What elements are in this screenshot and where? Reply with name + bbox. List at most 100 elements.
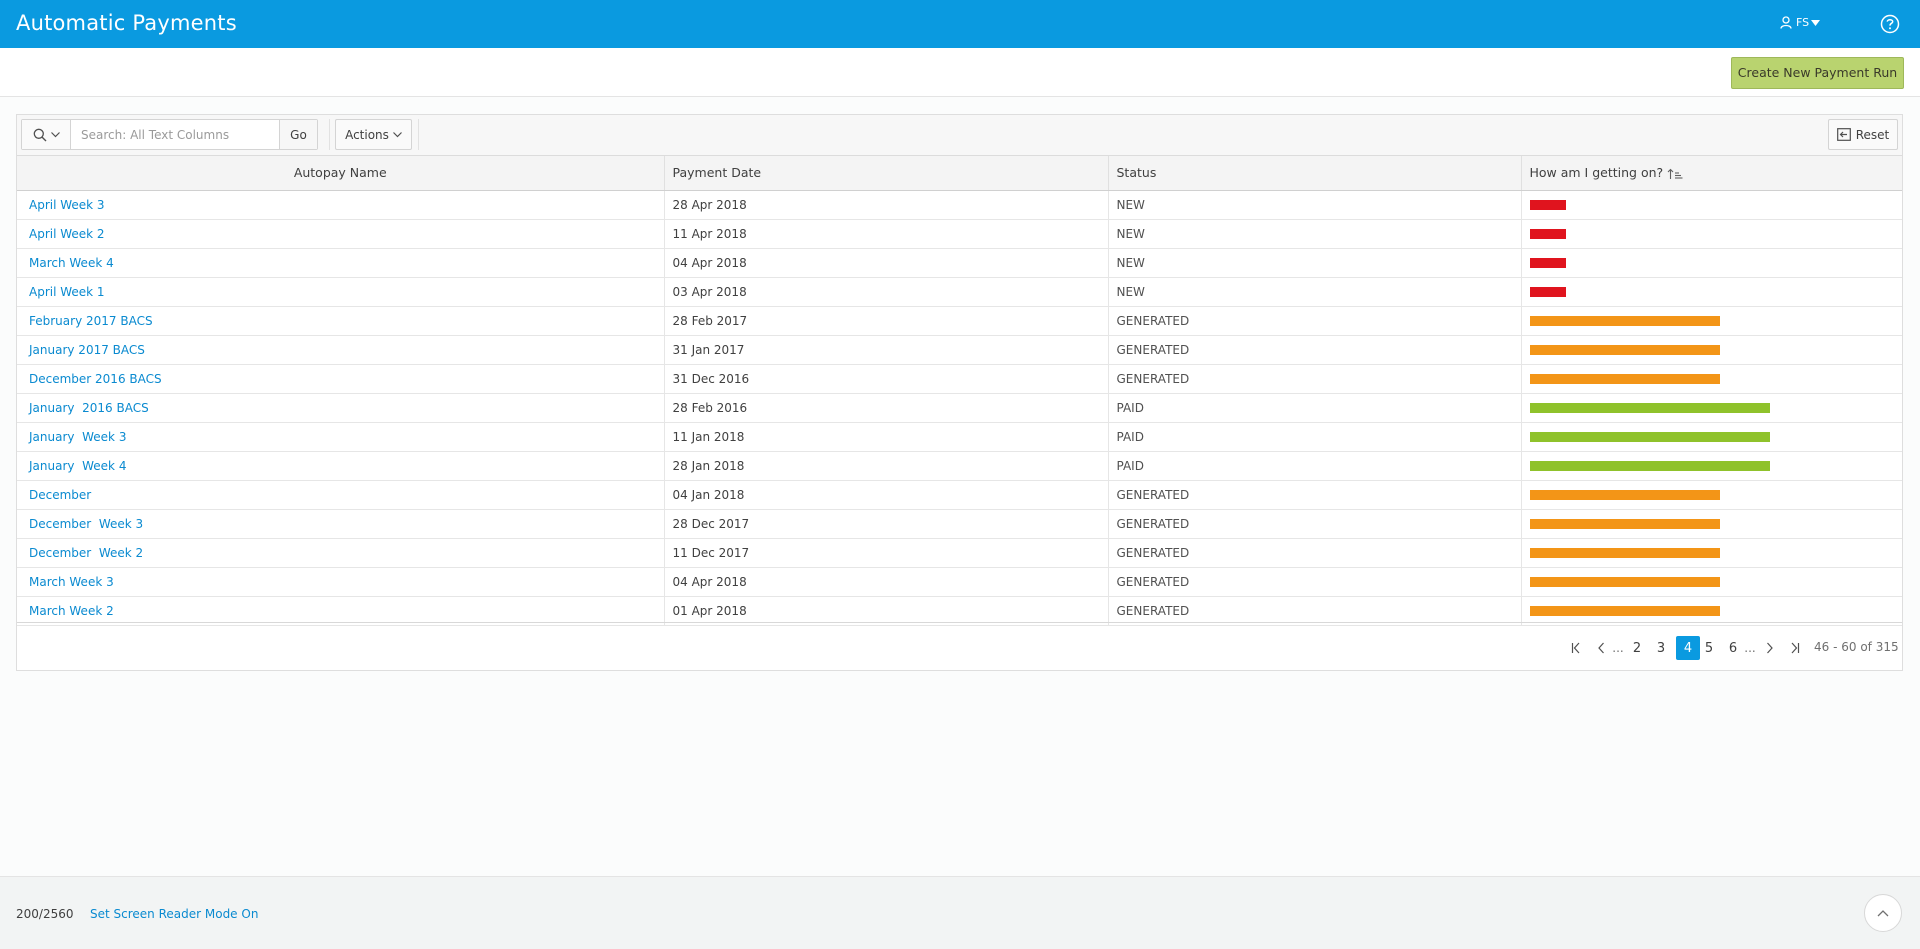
autopay-name-link[interactable]: January 2017 BACS: [29, 343, 145, 357]
table-row: December Week 2 11 Dec 2017 GENERATED: [17, 538, 1902, 568]
cell-progress: [1521, 567, 1902, 597]
page-link-5[interactable]: 5: [1701, 636, 1717, 660]
cell-status: NEW: [1108, 219, 1522, 249]
user-menu[interactable]: FS: [1780, 16, 1824, 29]
cell-progress: [1521, 509, 1902, 539]
next-page-button[interactable]: [1762, 636, 1778, 660]
autopay-name-link[interactable]: March Week 2: [29, 604, 114, 618]
cell-status: GENERATED: [1108, 335, 1522, 365]
reset-label: Reset: [1855, 127, 1890, 142]
cell-autopay-name: January 2017 BACS: [17, 335, 665, 365]
cell-status: GENERATED: [1108, 306, 1522, 336]
progress-bar: [1529, 286, 1566, 297]
cell-status: GENERATED: [1108, 480, 1522, 510]
search-input[interactable]: [71, 120, 279, 149]
autopay-name-link[interactable]: December Week 3: [29, 517, 143, 531]
autopay-name-link[interactable]: April Week 2: [29, 227, 105, 241]
button-bar: Create New Payment Run: [0, 48, 1920, 97]
cell-payment-date: 11 Dec 2017: [664, 538, 1109, 568]
page-link-3[interactable]: 3: [1653, 636, 1669, 660]
table-row: March Week 4 04 Apr 2018 NEW: [17, 248, 1902, 278]
table-row: January Week 3 11 Jan 2018 PAID: [17, 422, 1902, 452]
table-row: December 2016 BACS 31 Dec 2016 GENERATED: [17, 364, 1902, 394]
top-header: Automatic Payments FS: [0, 0, 1920, 48]
help-icon[interactable]: [1880, 14, 1900, 34]
cell-payment-date: 04 Apr 2018: [664, 567, 1109, 597]
col-header-progress[interactable]: How am I getting on?: [1521, 156, 1902, 191]
search-column-selector[interactable]: [22, 120, 71, 149]
report-toolbar: Go Actions Reset: [17, 115, 1902, 156]
autopay-name-link[interactable]: December: [29, 488, 91, 502]
payments-table: Autopay Name Payment Date Status How am …: [17, 156, 1902, 626]
autopay-name-link[interactable]: December Week 2: [29, 546, 143, 560]
report-region: Go Actions Reset Autopay Name Payment Da…: [16, 114, 1903, 671]
go-button[interactable]: Go: [279, 120, 317, 149]
table-row: April Week 3 28 Apr 2018 NEW: [17, 190, 1902, 220]
progress-bar: [1529, 402, 1770, 413]
cell-autopay-name: December Week 2: [17, 538, 665, 568]
progress-bar: [1529, 605, 1720, 616]
cell-autopay-name: April Week 2: [17, 219, 665, 249]
sort-ascending-icon: [1667, 168, 1683, 179]
table-row: January 2017 BACS 31 Jan 2017 GENERATED: [17, 335, 1902, 365]
chevron-up-icon: [1877, 910, 1889, 917]
chevron-left-icon: [1598, 642, 1604, 654]
cell-autopay-name: December 2016 BACS: [17, 364, 665, 394]
page-link-6[interactable]: 6: [1725, 636, 1741, 660]
previous-page-button[interactable]: [1593, 636, 1609, 660]
last-page-button[interactable]: [1786, 636, 1802, 660]
actions-menu-button[interactable]: Actions: [335, 119, 412, 150]
col-header-status[interactable]: Status: [1108, 156, 1522, 191]
autopay-name-link[interactable]: January 2016 BACS: [29, 401, 149, 415]
table-row: March Week 2 01 Apr 2018 GENERATED: [17, 596, 1902, 626]
autopay-name-link[interactable]: January Week 4: [29, 459, 126, 473]
autopay-name-link[interactable]: January Week 3: [29, 430, 126, 444]
table-header-row: Autopay Name Payment Date Status How am …: [17, 156, 1902, 191]
cell-status: PAID: [1108, 422, 1522, 452]
chevron-down-icon: [392, 131, 402, 137]
autopay-name-link[interactable]: April Week 3: [29, 198, 105, 212]
col-header-progress-label: How am I getting on?: [1529, 165, 1664, 181]
page-link-current[interactable]: 4: [1676, 636, 1700, 660]
cell-status: GENERATED: [1108, 596, 1522, 626]
autopay-name-link[interactable]: April Week 1: [29, 285, 105, 299]
progress-bar: [1529, 547, 1720, 558]
screen-reader-mode-link[interactable]: Set Screen Reader Mode On: [90, 907, 258, 921]
scroll-to-top-button[interactable]: [1864, 894, 1902, 932]
toolbar-divider: [329, 119, 330, 150]
cell-payment-date: 28 Dec 2017: [664, 509, 1109, 539]
reset-button[interactable]: Reset: [1828, 119, 1898, 150]
cell-status: GENERATED: [1108, 509, 1522, 539]
search-group: Go: [21, 119, 318, 150]
autopay-name-link[interactable]: February 2017 BACS: [29, 314, 153, 328]
progress-bar: [1529, 489, 1720, 500]
progress-bar: [1529, 576, 1720, 587]
autopay-name-link[interactable]: March Week 4: [29, 256, 114, 270]
cell-progress: [1521, 451, 1902, 481]
autopay-name-link[interactable]: March Week 3: [29, 575, 114, 589]
cell-progress: [1521, 538, 1902, 568]
page-footer: 200/2560 Set Screen Reader Mode On: [0, 876, 1920, 949]
progress-bar: [1529, 257, 1566, 268]
cell-status: NEW: [1108, 190, 1522, 220]
cell-autopay-name: December: [17, 480, 665, 510]
last-page-icon: [1791, 642, 1800, 654]
cell-payment-date: 28 Jan 2018: [664, 451, 1109, 481]
first-page-icon: [1571, 642, 1580, 654]
cell-payment-date: 04 Jan 2018: [664, 480, 1109, 510]
col-header-autopay-name[interactable]: Autopay Name: [17, 156, 665, 191]
table-row: March Week 3 04 Apr 2018 GENERATED: [17, 567, 1902, 597]
autopay-name-link[interactable]: December 2016 BACS: [29, 372, 162, 386]
col-header-payment-date[interactable]: Payment Date: [664, 156, 1109, 191]
caret-down-icon: [1811, 19, 1821, 26]
cell-payment-date: 28 Feb 2016: [664, 393, 1109, 423]
cell-payment-date: 01 Apr 2018: [664, 596, 1109, 626]
pagination-range: 46 - 60 of 315: [1814, 640, 1899, 654]
cell-status: PAID: [1108, 393, 1522, 423]
table-row: April Week 1 03 Apr 2018 NEW: [17, 277, 1902, 307]
first-page-button[interactable]: [1569, 636, 1585, 660]
page-link-2[interactable]: 2: [1629, 636, 1645, 660]
cell-progress: [1521, 219, 1902, 249]
create-payment-run-button[interactable]: Create New Payment Run: [1731, 57, 1904, 89]
cell-status: NEW: [1108, 277, 1522, 307]
